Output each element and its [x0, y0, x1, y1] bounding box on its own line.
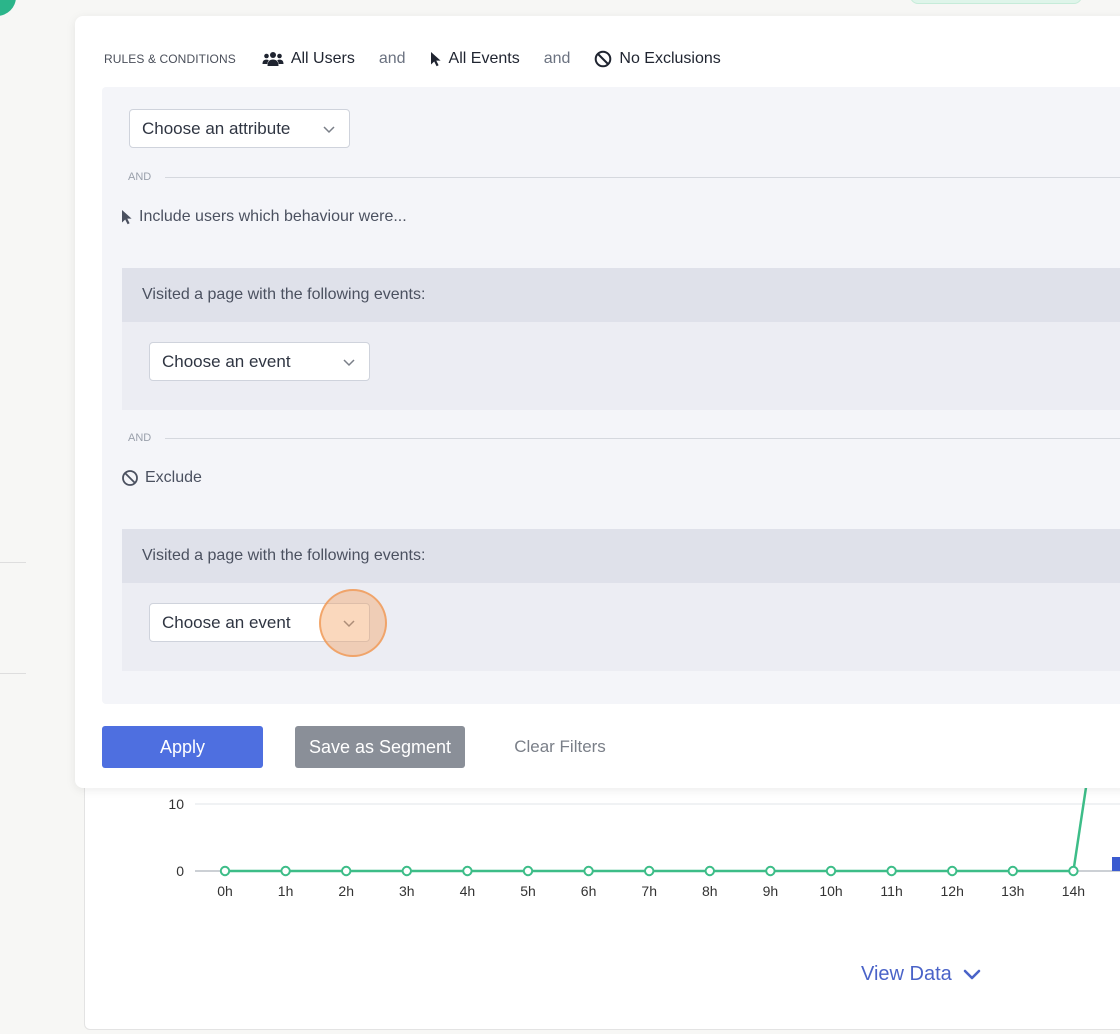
- data-point[interactable]: [462, 865, 473, 877]
- rules-body: Choose an attribute AND Include users wh…: [102, 87, 1120, 704]
- x-tick-label: 12h: [941, 883, 964, 899]
- include-event-header: Visited a page with the following events…: [122, 268, 1120, 322]
- users-chip[interactable]: All Users: [262, 50, 355, 68]
- exclude-event-header: Visited a page with the following events…: [122, 529, 1120, 583]
- attribute-select-value: Choose an attribute: [142, 118, 291, 138]
- data-point[interactable]: [341, 865, 352, 877]
- ban-icon: [122, 470, 138, 486]
- divider: [165, 176, 1120, 178]
- clear-filters-button[interactable]: Clear Filters: [495, 726, 625, 768]
- x-tick-label: 2h: [338, 883, 354, 899]
- y-tick-label: 10: [168, 796, 184, 812]
- x-tick-label: 9h: [763, 883, 779, 899]
- chevron-down-icon: [343, 359, 355, 367]
- chevron-down-icon: [323, 126, 335, 134]
- view-data-label: View Data: [861, 963, 952, 985]
- data-point[interactable]: [886, 865, 897, 877]
- pointer-icon: [430, 52, 441, 67]
- data-point[interactable]: [219, 865, 231, 877]
- data-point[interactable]: [947, 865, 958, 877]
- data-point[interactable]: [401, 865, 412, 877]
- users-chip-label: All Users: [290, 50, 355, 67]
- include-event-select[interactable]: Choose an event: [149, 342, 370, 381]
- conjunction-text: and: [543, 50, 571, 67]
- chevron-down-icon: [963, 969, 981, 979]
- pointer-icon: [122, 210, 132, 225]
- and-separator: AND: [128, 431, 1120, 445]
- events-chip[interactable]: All Events: [430, 50, 520, 68]
- x-tick-label: 8h: [702, 883, 718, 899]
- x-tick-label: 0h: [217, 883, 233, 899]
- ban-icon: [595, 50, 612, 68]
- include-title: Include users which behaviour were...: [121, 208, 407, 226]
- data-point[interactable]: [280, 865, 291, 877]
- filter-panel: RULES & CONDITIONS All Users and All Eve…: [75, 16, 1120, 788]
- x-tick-label: 10h: [819, 883, 842, 899]
- exclude-event-select-value: Choose an event: [162, 612, 291, 632]
- exclude-event-box: Visited a page with the following events…: [122, 529, 1120, 671]
- data-point[interactable]: [522, 865, 534, 877]
- attribute-select[interactable]: Choose an attribute: [129, 109, 350, 148]
- top-pill-button[interactable]: [910, 0, 1082, 4]
- include-event-box: Visited a page with the following events…: [122, 268, 1120, 410]
- events-chip-label: All Events: [448, 50, 520, 67]
- background-divider: [0, 562, 26, 563]
- x-tick-label: 1h: [278, 883, 294, 899]
- rules-header: RULES & CONDITIONS All Users and All Eve…: [104, 48, 721, 70]
- and-label: AND: [128, 432, 152, 444]
- background-divider: [0, 673, 26, 674]
- x-tick-label: 5h: [520, 883, 536, 899]
- corner-status-dot: [0, 0, 16, 16]
- bar-mark: [1112, 857, 1120, 871]
- and-label: AND: [128, 171, 152, 183]
- click-indicator: [319, 589, 387, 657]
- x-tick-label: 14h: [1062, 883, 1085, 899]
- view-data-link[interactable]: View Data: [861, 963, 982, 986]
- and-separator: AND: [128, 170, 1120, 184]
- x-tick-label: 6h: [581, 883, 597, 899]
- data-point[interactable]: [1007, 865, 1018, 877]
- data-point[interactable]: [825, 865, 837, 877]
- exclude-title-label: Exclude: [145, 469, 202, 486]
- x-tick-label: 7h: [641, 883, 657, 899]
- x-tick-label: 4h: [460, 883, 476, 899]
- x-tick-label: 3h: [399, 883, 415, 899]
- save-as-segment-button[interactable]: Save as Segment: [295, 726, 465, 768]
- x-tick-label: 13h: [1001, 883, 1024, 899]
- conjunction-text: and: [378, 50, 406, 67]
- y-tick-label: 0: [176, 863, 184, 879]
- data-point[interactable]: [644, 865, 655, 877]
- data-point[interactable]: [1068, 865, 1079, 877]
- users-icon: [262, 52, 284, 66]
- x-tick-label: 11h: [880, 883, 902, 899]
- divider: [165, 437, 1120, 439]
- include-event-select-value: Choose an event: [162, 351, 291, 371]
- data-point[interactable]: [583, 865, 594, 877]
- exclusions-chip[interactable]: No Exclusions: [594, 50, 721, 68]
- data-point[interactable]: [765, 865, 776, 877]
- rules-label: RULES & CONDITIONS: [104, 52, 236, 66]
- include-title-label: Include users which behaviour were...: [139, 208, 407, 225]
- data-point[interactable]: [704, 865, 715, 877]
- apply-button[interactable]: Apply: [102, 726, 263, 768]
- exclusions-chip-label: No Exclusions: [619, 50, 721, 67]
- exclude-title: Exclude: [121, 469, 202, 487]
